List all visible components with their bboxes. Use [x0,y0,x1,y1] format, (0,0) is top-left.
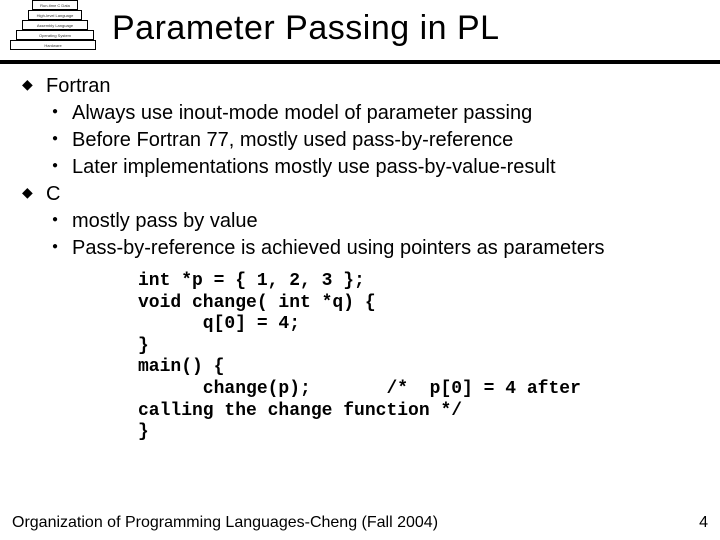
logo-layer-4: Operating System [16,30,94,40]
bullet-label: Fortran [46,75,110,97]
sub-bullet: Later implementations mostly use pass-by… [46,155,702,180]
title-underline [0,60,720,64]
sub-bullet: Pass-by-reference is achieved using poin… [46,236,702,261]
sub-bullet: mostly pass by value [46,209,702,234]
slide-header: Run-time C Data High-level Language Asse… [0,0,720,56]
slide: Run-time C Data High-level Language Asse… [0,0,720,540]
sub-bullet: Before Fortran 77, mostly used pass-by-r… [46,128,702,153]
sub-bullet: Always use inout-mode model of parameter… [46,101,702,126]
code-block: int *p = { 1, 2, 3 }; void change( int *… [18,271,702,444]
sub-list: Always use inout-mode model of parameter… [46,101,702,180]
page-number: 4 [699,514,708,532]
bullet-fortran: Fortran Always use inout-mode model of p… [18,74,702,180]
logo-layer-2: High-level Language [28,10,82,20]
bullet-list: Fortran Always use inout-mode model of p… [18,74,702,261]
bullet-c: C mostly pass by value Pass-by-reference… [18,182,702,261]
slide-title: Parameter Passing in PL [112,9,500,48]
logo-layer-1: Run-time C Data [32,0,78,10]
stack-logo-icon: Run-time C Data High-level Language Asse… [10,0,96,56]
slide-footer: Organization of Programming Languages-Ch… [12,514,438,532]
bullet-label: C [46,183,60,205]
slide-body: Fortran Always use inout-mode model of p… [0,74,720,444]
sub-list: mostly pass by value Pass-by-reference i… [46,209,702,261]
logo-layer-3: Assembly Language [22,20,88,30]
logo-layer-5: Hardware [10,40,96,50]
